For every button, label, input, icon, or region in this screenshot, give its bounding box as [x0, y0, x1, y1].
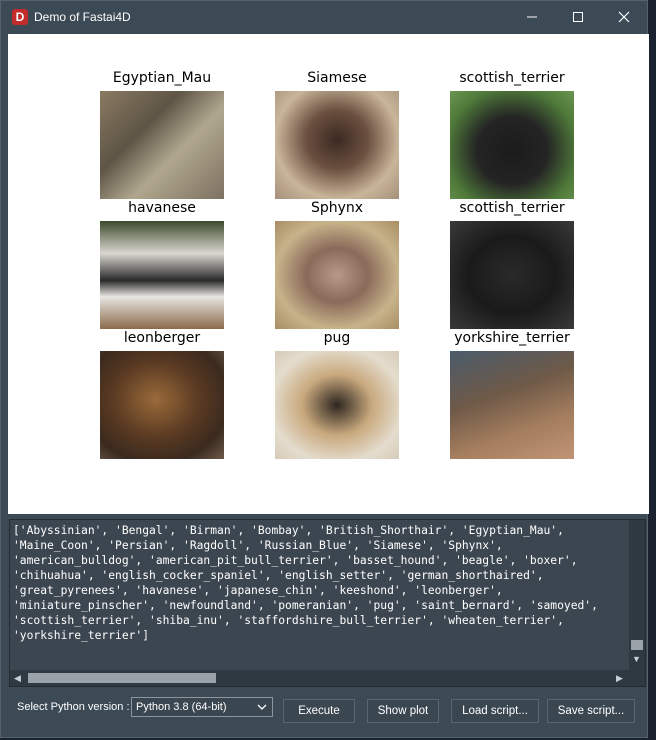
vertical-scrollbar[interactable]: ▼ [629, 520, 645, 670]
python-version-select[interactable]: Python 3.8 (64-bit) [131, 697, 273, 717]
console-line: 'scottish_terrier', 'shiba_inu', 'staffo… [13, 614, 564, 627]
window-title: Demo of Fastai4D [34, 10, 131, 24]
title-bar[interactable]: D Demo of Fastai4D [1, 1, 647, 33]
close-icon [618, 11, 630, 23]
console-line: 'great_pyrenees', 'havanese', 'japanese_… [13, 584, 503, 597]
image-label: pug [323, 330, 351, 346]
chevron-right-icon[interactable]: ▶ [616, 673, 623, 684]
app-window: D Demo of Fastai4D Egyptian_Mau Siamese … [0, 0, 649, 738]
image-label: yorkshire_terrier [454, 330, 570, 346]
image-label: scottish_terrier [459, 200, 565, 216]
load-script-button[interactable]: Load script... [451, 699, 539, 723]
image-label: Sphynx [310, 200, 364, 216]
chevron-down-icon[interactable]: ▼ [632, 654, 641, 664]
python-version-value: Python 3.8 (64-bit) [136, 701, 227, 713]
maximize-icon [573, 12, 583, 22]
minimize-button[interactable] [509, 1, 555, 33]
output-console[interactable]: ['Abyssinian', 'Bengal', 'Birman', 'Bomb… [9, 519, 646, 687]
minimize-icon [527, 16, 537, 18]
cat-photo [100, 91, 224, 199]
show-plot-button[interactable]: Show plot [367, 699, 439, 723]
dog-photo [100, 351, 224, 459]
dog-photo [450, 351, 574, 459]
dog-photo [275, 351, 399, 459]
console-line: ['Abyssinian', 'Bengal', 'Birman', 'Bomb… [13, 524, 564, 537]
cat-photo [275, 91, 399, 199]
save-script-button[interactable]: Save script... [547, 699, 635, 723]
maximize-button[interactable] [555, 1, 601, 33]
close-button[interactable] [601, 1, 647, 33]
cat-photo [275, 221, 399, 329]
dog-photo [450, 221, 574, 329]
dog-photo [450, 91, 574, 199]
horizontal-scrollbar[interactable]: ◀ ▶ [10, 670, 645, 686]
console-line: 'Maine_Coon', 'Persian', 'Ragdoll', 'Rus… [13, 539, 503, 552]
dog-photo [100, 221, 224, 329]
execute-button[interactable]: Execute [283, 699, 355, 723]
console-line: 'yorkshire_terrier'] [13, 629, 150, 642]
image-label: Egyptian_Mau [112, 70, 212, 86]
chevron-left-icon[interactable]: ◀ [14, 673, 21, 684]
image-label: scottish_terrier [459, 70, 565, 86]
control-bar: Select Python version : Python 3.8 (64-b… [1, 695, 647, 727]
console-line: 'american_bulldog', 'american_pit_bull_t… [13, 554, 578, 567]
image-label: havanese [128, 200, 196, 216]
python-version-label: Select Python version : [17, 701, 130, 713]
image-label: Siamese [307, 70, 367, 86]
vertical-scroll-thumb[interactable] [631, 640, 643, 650]
image-label: leonberger [123, 330, 201, 346]
app-icon: D [12, 9, 28, 25]
console-line: 'miniature_pinscher', 'newfoundland', 'p… [13, 599, 598, 612]
chevron-down-icon [257, 698, 267, 723]
console-line: 'chihuahua', 'english_cocker_spaniel', '… [13, 569, 544, 582]
plot-area: Egyptian_Mau Siamese scottish_terrier ha… [8, 34, 649, 514]
console-output: ['Abyssinian', 'Bengal', 'Birman', 'Bomb… [13, 523, 598, 643]
horizontal-scroll-thumb[interactable] [28, 673, 216, 683]
